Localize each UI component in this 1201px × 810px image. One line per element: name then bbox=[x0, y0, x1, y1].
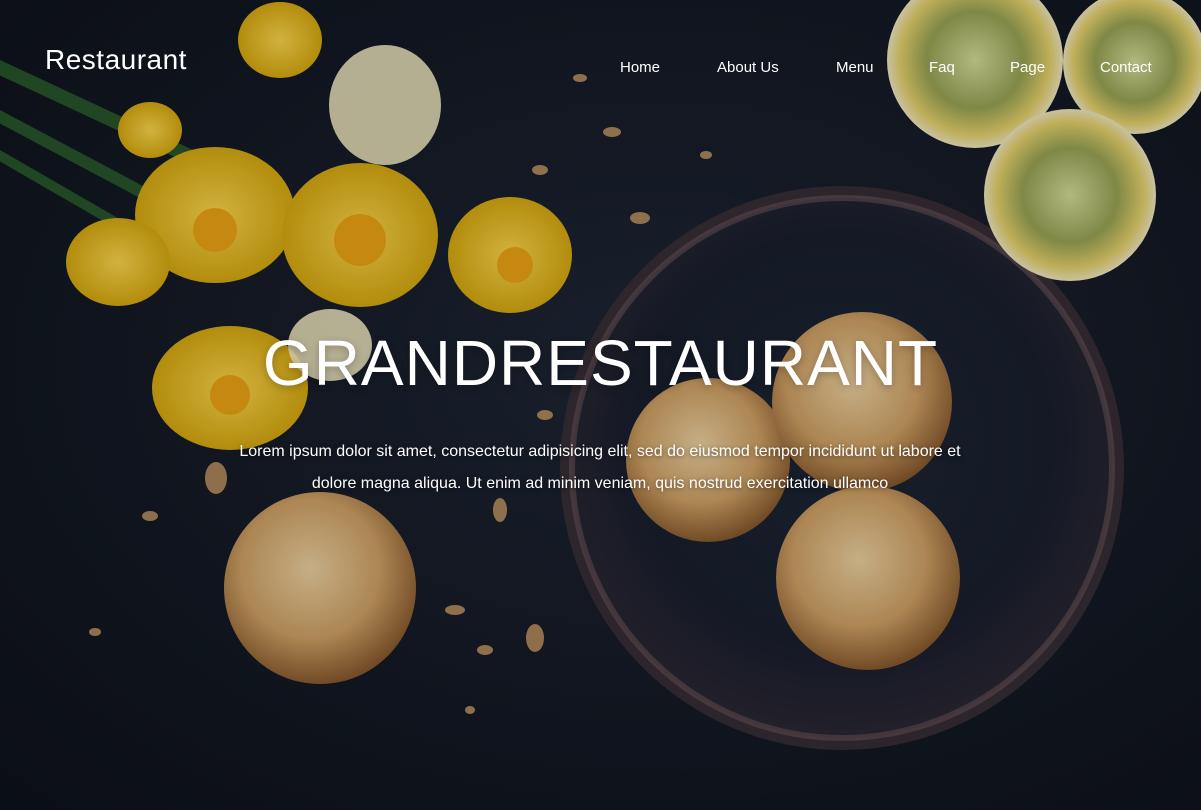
hero-description: Lorem ipsum dolor sit amet, consectetur … bbox=[239, 443, 961, 492]
hero-headline: GRANDRESTAURANT bbox=[262, 327, 939, 399]
hero-section: Restaurant Home About Us Menu Faq Page C… bbox=[0, 0, 1201, 810]
main-navigation: Home About Us Menu Faq Page Contact bbox=[0, 59, 1201, 79]
nav-about-us[interactable]: About Us bbox=[717, 59, 779, 76]
nav-page[interactable]: Page bbox=[1010, 59, 1045, 76]
nav-faq[interactable]: Faq bbox=[929, 59, 955, 76]
hero-dark-overlay bbox=[0, 0, 1201, 810]
nav-menu[interactable]: Menu bbox=[836, 59, 874, 76]
nav-contact[interactable]: Contact bbox=[1100, 59, 1152, 76]
nav-home[interactable]: Home bbox=[620, 59, 660, 76]
